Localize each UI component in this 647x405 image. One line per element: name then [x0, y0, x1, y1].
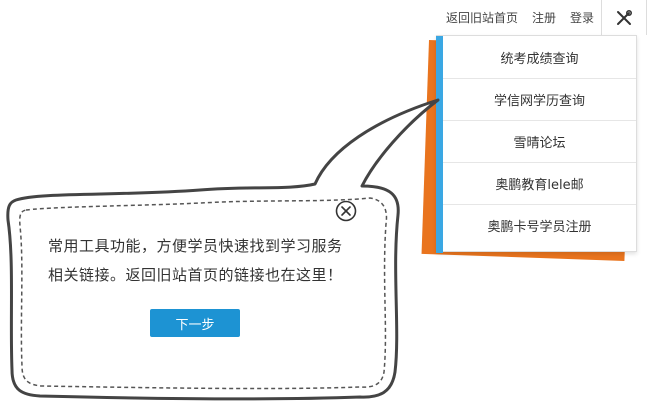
- next-step-button[interactable]: 下一步: [150, 309, 240, 337]
- close-circle-icon[interactable]: [335, 200, 357, 222]
- tooltip-message: 常用工具功能，方便学员快速找到学习服务 相关链接。返回旧站首页的链接也在这里！: [48, 232, 388, 290]
- tooltip-line-1: 常用工具功能，方便学员快速找到学习服务: [48, 237, 343, 255]
- tooltip-line-2: 相关链接。返回旧站首页的链接也在这里！: [48, 266, 343, 284]
- tooltip-bubble: [6, 98, 440, 401]
